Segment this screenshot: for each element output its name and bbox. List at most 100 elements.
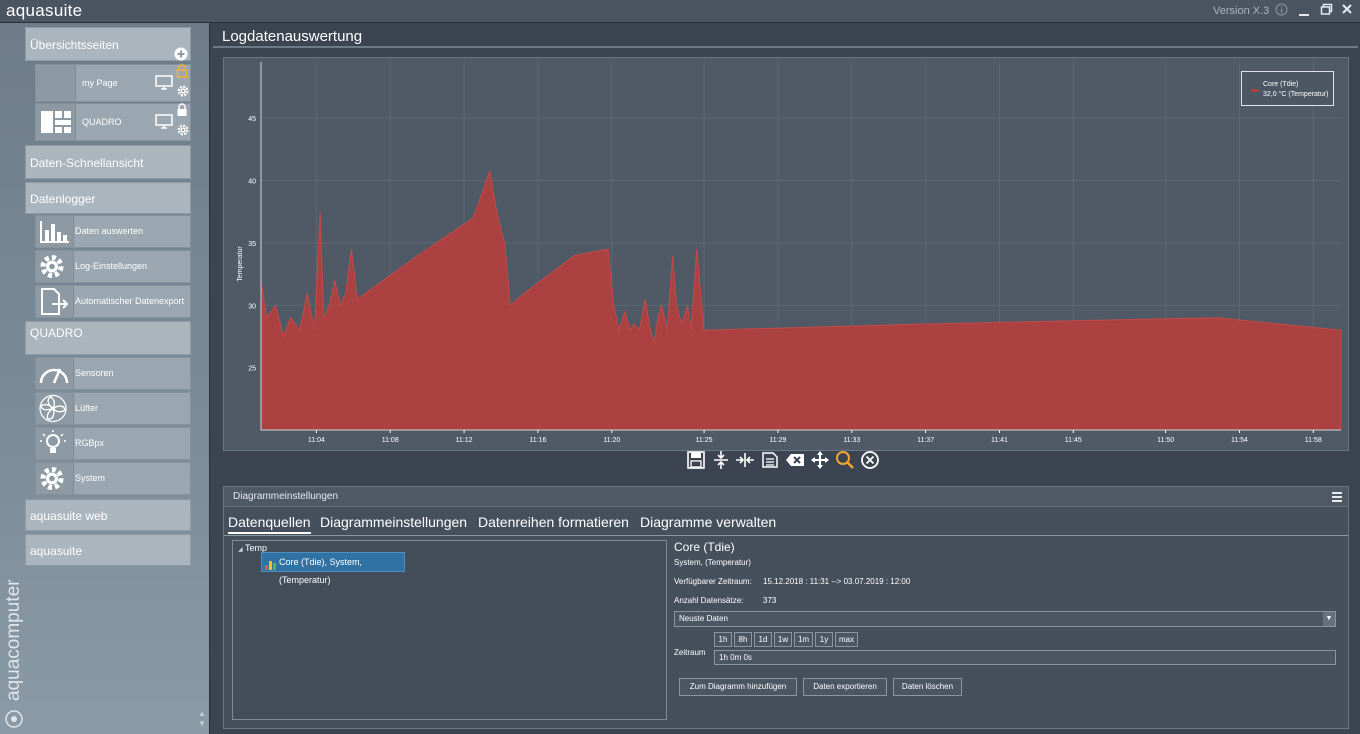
y-tick-label: 25 xyxy=(248,366,256,373)
info-icon[interactable] xyxy=(1273,3,1289,19)
series-chart-icon xyxy=(265,558,276,576)
range-button-1d[interactable]: 1d xyxy=(754,632,772,647)
document-icon[interactable] xyxy=(760,450,780,470)
page-item-my-page[interactable]: my Page xyxy=(35,64,191,102)
nav-datalogger[interactable]: Datenlogger xyxy=(25,182,191,214)
tab-diagramme-verwalten[interactable]: Diagramme verwalten xyxy=(640,514,776,530)
count-label: Anzahl Datensätze: xyxy=(674,596,744,605)
dashboard-icon xyxy=(36,104,76,140)
series-area[interactable] xyxy=(260,170,1342,431)
temperature-chart[interactable]: 25 30 35 40 45 11:04 11:08 11:12 11:16 11:20 11:25… xyxy=(224,58,1350,452)
export-data-button[interactable]: Daten exportieren xyxy=(803,678,887,696)
sidebar-item-rgbpx[interactable]: RGBpx xyxy=(35,427,191,460)
bar-chart-icon xyxy=(36,216,74,247)
dropdown-value: Neuste Daten xyxy=(679,614,728,623)
range-button-8h[interactable]: 8h xyxy=(734,632,752,647)
tab-datenquellen[interactable]: Datenquellen xyxy=(228,514,311,534)
zoom-icon[interactable] xyxy=(835,450,855,470)
chevron-down-icon[interactable]: ▼ xyxy=(1323,612,1335,626)
gauge-icon xyxy=(36,358,74,389)
legend-series-value: 32,0 °C (Temperatur) xyxy=(1263,91,1329,98)
sidebar-item-system[interactable]: System xyxy=(35,462,191,495)
expand-vertical-icon[interactable] xyxy=(711,450,731,470)
sidebar-item-label: Sensoren xyxy=(75,368,114,378)
zeitraum-input[interactable]: 1h 0m 0s xyxy=(714,650,1336,665)
close-circle-icon[interactable] xyxy=(860,450,880,470)
legend-swatch xyxy=(1251,89,1258,92)
brand-text: aquacomputer xyxy=(3,579,24,701)
nav-aquasuite-web[interactable]: aquasuite web xyxy=(25,499,191,531)
clear-icon[interactable] xyxy=(785,450,805,470)
range-button-1m[interactable]: 1m xyxy=(794,632,813,647)
gear-icon xyxy=(36,463,74,494)
page-item-quadro[interactable]: QUADRO xyxy=(35,103,191,141)
x-tick-label: 11:20 xyxy=(603,437,620,444)
range-button-1w[interactable]: 1w xyxy=(774,632,792,647)
sidebar-item-label: Log-Einstellungen xyxy=(75,261,148,271)
chart-panel[interactable]: 25 30 35 40 45 11:04 11:08 11:12 11:16 11:20 11:25… xyxy=(223,57,1349,451)
version-label: Version X.3 xyxy=(1213,5,1270,17)
x-tick-label: 11:45 xyxy=(1065,437,1082,444)
settings-tabs: Datenquellen Diagrammeinstellungen Daten… xyxy=(224,514,1348,536)
page-thumbnail-icon xyxy=(36,65,76,101)
main-header: Logdatenauswertung xyxy=(213,26,1358,48)
nav-quickview[interactable]: Daten-Schnellansicht xyxy=(25,145,191,179)
y-axis-label: Temperatur xyxy=(237,246,244,282)
save-icon[interactable] xyxy=(686,450,706,470)
nav-overview-label: Übersichtsseiten xyxy=(30,38,119,52)
unlocked-icon[interactable] xyxy=(176,64,188,83)
y-tick-label: 30 xyxy=(248,303,256,310)
minimize-icon[interactable] xyxy=(1296,3,1312,19)
sidebar-item-daten-auswerten[interactable]: Daten auswerten xyxy=(35,215,191,248)
nav-overview[interactable]: Übersichtsseiten xyxy=(25,27,191,61)
gear-icon[interactable] xyxy=(176,84,190,103)
close-icon[interactable] xyxy=(1339,3,1355,19)
tab-diagrammeinstellungen[interactable]: Diagrammeinstellungen xyxy=(320,514,467,530)
range-button-max[interactable]: max xyxy=(835,632,858,647)
sidebar-item-sensoren[interactable]: Sensoren xyxy=(35,357,191,390)
x-tick-label: 11:25 xyxy=(696,437,713,444)
page-label: QUADRO xyxy=(82,117,122,127)
chart-legend: Core (Tdie) 32,0 °C (Temperatur) xyxy=(1241,71,1334,106)
tree-node-label: Core (Tdie), System, (Temperatur) xyxy=(279,557,363,585)
x-tick-label: 11:58 xyxy=(1305,437,1322,444)
range-button-1y[interactable]: 1y xyxy=(815,632,833,647)
nav-quickview-label: Daten-Schnellansicht xyxy=(30,156,144,170)
sidebar-item-label: Lüfter xyxy=(75,403,99,413)
sidebar-scroll[interactable]: ▲ ▼ xyxy=(198,709,206,729)
sidebar-item-log-einstellungen[interactable]: Log-Einstellungen xyxy=(35,250,191,283)
data-source-detail: Core (Tdie) System, (Temperatur) Verfügb… xyxy=(673,540,1341,720)
brand-logo: aquacomputer xyxy=(3,553,24,728)
data-source-tree[interactable]: ◢ Temp Core (Tdie), System, (Temperatur) xyxy=(232,540,667,720)
gear-icon[interactable] xyxy=(176,123,190,142)
range-button-1h[interactable]: 1h xyxy=(714,632,732,647)
nav-aquasuite[interactable]: aquasuite xyxy=(25,534,191,566)
sidebar-item-label: Automatischer Datenexport xyxy=(75,296,185,306)
tab-datenreihen[interactable]: Datenreihen formatieren xyxy=(478,514,629,530)
add-to-chart-button[interactable]: Zum Diagramm hinzufügen xyxy=(679,678,797,696)
y-tick-label: 45 xyxy=(248,116,256,123)
data-selection-dropdown[interactable]: Neuste Daten ▼ xyxy=(674,611,1336,627)
sidebar-item-luefter[interactable]: Lüfter xyxy=(35,392,191,425)
add-page-icon[interactable] xyxy=(174,40,188,61)
count-value: 373 xyxy=(763,596,777,605)
detail-title: Core (Tdie) xyxy=(674,540,735,554)
expand-horizontal-icon[interactable] xyxy=(735,450,755,470)
move-icon[interactable] xyxy=(810,450,830,470)
range-value: 15.12.2018 : 11:31 --> 03.07.2019 : 12:0… xyxy=(763,577,911,586)
nav-device[interactable]: QUADRO xyxy=(25,321,191,355)
sidebar-item-label: Daten auswerten xyxy=(75,226,144,236)
expand-arrow-icon[interactable]: ◢ xyxy=(238,547,243,553)
tree-node-core-tdie[interactable]: Core (Tdie), System, (Temperatur) xyxy=(261,552,405,585)
restore-icon[interactable] xyxy=(1318,3,1334,19)
app-name: aquasuite xyxy=(6,1,83,20)
hamburger-menu-icon[interactable] xyxy=(1331,490,1343,502)
delete-data-button[interactable]: Daten löschen xyxy=(893,678,962,696)
sidebar-item-datenexport[interactable]: Automatischer Datenexport xyxy=(35,285,191,318)
lock-icon[interactable] xyxy=(176,103,188,122)
monitor-icon[interactable] xyxy=(155,114,173,134)
export-icon xyxy=(36,286,74,317)
monitor-icon[interactable] xyxy=(155,75,173,95)
range-label: Verfügbarer Zeitraum: xyxy=(674,577,752,586)
x-tick-label: 11:16 xyxy=(529,437,546,444)
